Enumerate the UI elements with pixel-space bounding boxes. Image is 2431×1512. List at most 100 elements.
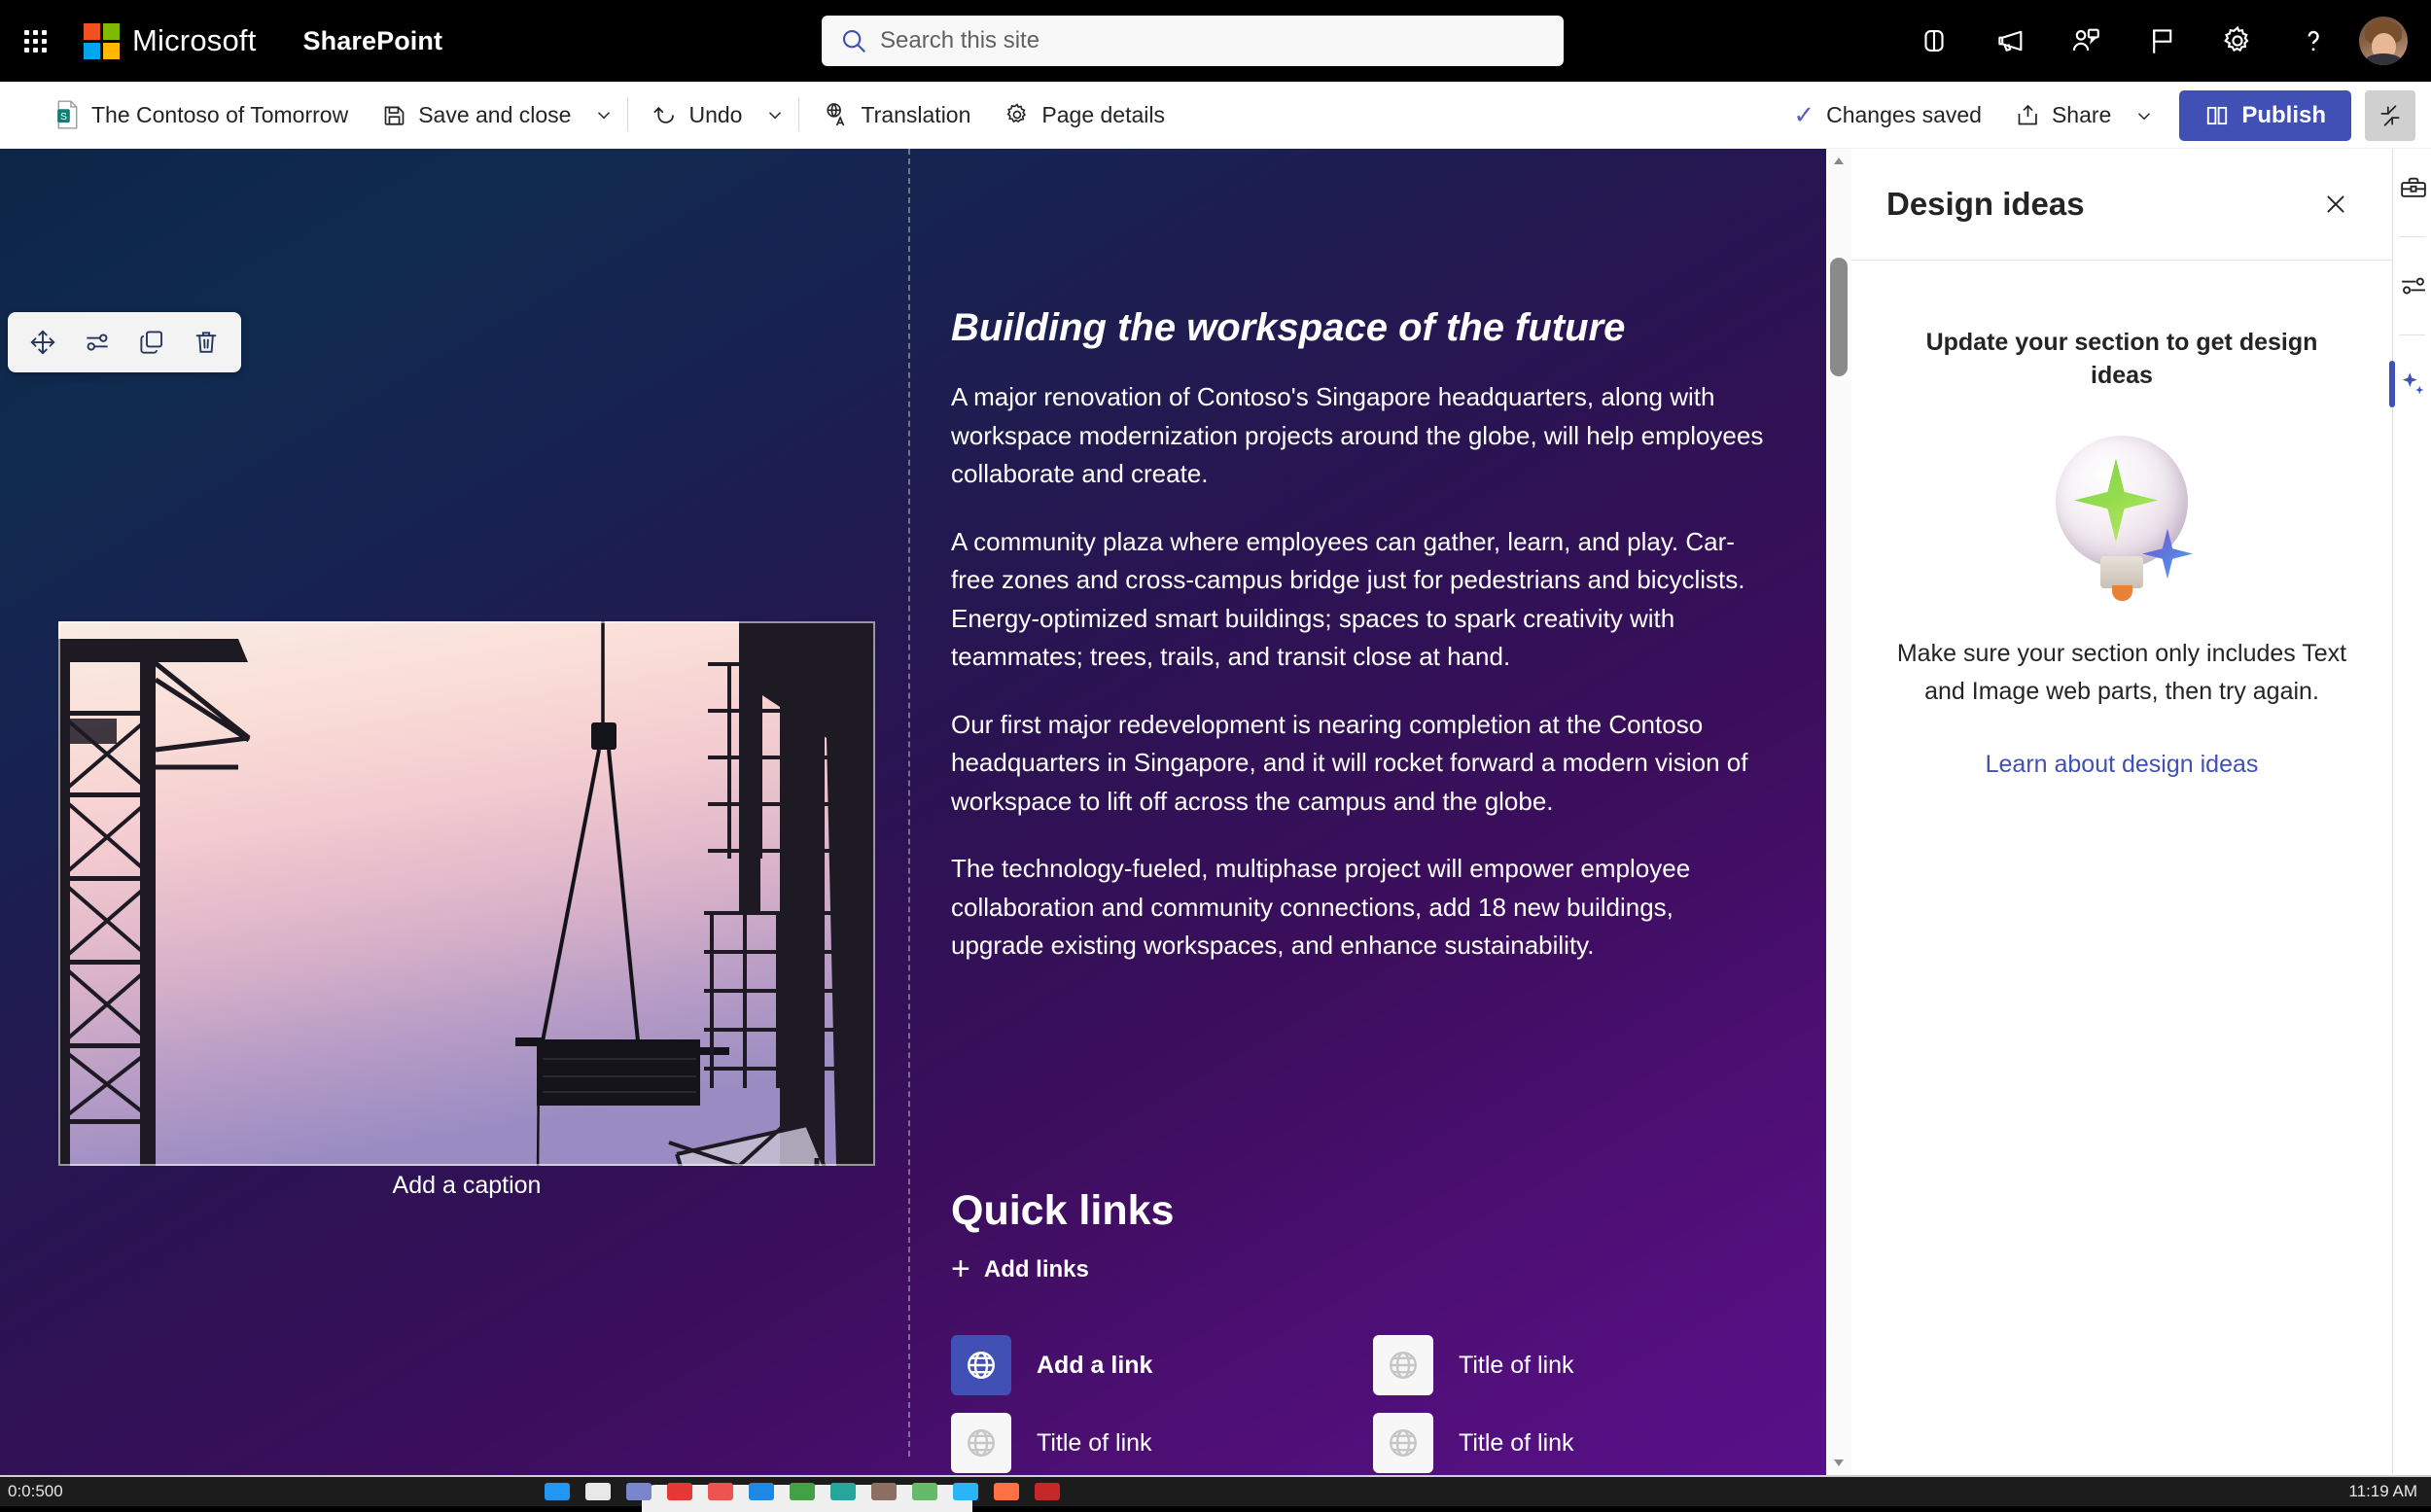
saved-status-text: Changes saved: [1826, 102, 1982, 128]
waffle-icon: [24, 30, 47, 53]
quick-link-label: Title of link: [1459, 1429, 1574, 1458]
design-ideas-sparkle-icon[interactable]: [2393, 345, 2431, 423]
share-label: Share: [2052, 102, 2111, 128]
app-name-sharepoint[interactable]: SharePoint: [303, 26, 443, 56]
quick-link-tile[interactable]: Add a link: [951, 1335, 1373, 1395]
image-webpart[interactable]: Add a caption: [58, 621, 875, 1166]
command-bar: S The Contoso of Tomorrow Save and close…: [0, 82, 2431, 149]
quick-link-label: Title of link: [1037, 1429, 1152, 1458]
construction-photo: [58, 621, 875, 1166]
taskbar-clock: 11:19 AM: [2348, 1482, 2417, 1501]
taskbar-app-icon[interactable]: [585, 1483, 611, 1500]
suite-bar: Microsoft SharePoint Search this site: [0, 0, 2431, 82]
translation-button[interactable]: Translation: [809, 89, 984, 140]
scroll-down-icon[interactable]: [1826, 1450, 1851, 1475]
taskbar-app-icon[interactable]: [912, 1483, 937, 1500]
delete-webpart-icon[interactable]: [179, 317, 233, 368]
design-panel-prompt: Update your section to get design ideas: [1892, 327, 2351, 393]
save-options-chevron-down-icon[interactable]: [584, 89, 623, 140]
learn-about-design-ideas-link[interactable]: Learn about design ideas: [1892, 751, 2351, 779]
body-paragraph-3: Our first major redevelopment is nearing…: [951, 706, 1768, 822]
quick-link-tile[interactable]: Title of link: [1373, 1413, 1795, 1473]
save-and-close-button[interactable]: Save and close: [368, 89, 584, 140]
microsoft-logo[interactable]: Microsoft: [84, 23, 257, 59]
rail-divider: [2399, 236, 2425, 237]
flag-icon[interactable]: [2124, 0, 2200, 82]
globe-icon: [951, 1335, 1011, 1395]
page-file-icon: S: [54, 100, 81, 129]
command-divider: [627, 98, 628, 131]
taskbar-app-icon[interactable]: [871, 1483, 897, 1500]
quick-link-tile[interactable]: Title of link: [951, 1413, 1373, 1473]
page-title-breadcrumb[interactable]: S The Contoso of Tomorrow: [41, 89, 362, 140]
design-panel-header: Design ideas: [1851, 149, 2392, 261]
image-caption-input[interactable]: Add a caption: [58, 1172, 875, 1200]
taskbar-app-icon[interactable]: [708, 1483, 733, 1500]
taskbar-app-icon[interactable]: [830, 1483, 856, 1500]
section-divider: [908, 149, 910, 1457]
translation-label: Translation: [861, 102, 970, 128]
share-icon: [2015, 102, 2041, 128]
scroll-up-icon[interactable]: [1826, 149, 1851, 174]
quick-links-title: Quick links: [951, 1187, 1807, 1235]
taskbar-app-icon[interactable]: [994, 1483, 1019, 1500]
design-panel-body: Update your section to get design ideas …: [1851, 261, 2392, 779]
canvas-scrollbar[interactable]: [1826, 149, 1851, 1475]
quick-links-grid: Add a link Title of link: [951, 1335, 1807, 1473]
windows-taskbar: 0:0:500 11:19 AM: [0, 1475, 2431, 1506]
site-search-box[interactable]: Search this site: [822, 16, 1564, 66]
feedback-people-icon[interactable]: [2048, 0, 2124, 82]
undo-label: Undo: [688, 102, 742, 128]
undo-options-chevron-down-icon[interactable]: [756, 89, 794, 140]
taskbar-app-icon[interactable]: [953, 1483, 978, 1500]
app-launcher-button[interactable]: [0, 0, 70, 82]
taskbar-app-icon[interactable]: [749, 1483, 774, 1500]
body-paragraph-2: A community plaza where employees can ga…: [951, 523, 1768, 677]
text-webpart[interactable]: Building the workspace of the future A m…: [951, 304, 1768, 995]
add-links-button[interactable]: + Add links: [951, 1250, 1807, 1288]
taskbar-app-icon[interactable]: [1035, 1483, 1060, 1500]
publish-label: Publish: [2241, 102, 2326, 129]
taskbar-app-icon[interactable]: [790, 1483, 815, 1500]
share-options-chevron-down-icon[interactable]: [2125, 90, 2164, 141]
page-canvas: Add a caption Building the workspace of …: [0, 149, 1826, 1475]
megaphone-icon[interactable]: [1972, 0, 2048, 82]
check-icon: ✓: [1793, 100, 1814, 130]
quick-links-webpart[interactable]: Quick links + Add links Add a link: [951, 1187, 1807, 1473]
share-button[interactable]: Share: [2001, 90, 2125, 141]
taskbar-app-icon[interactable]: [545, 1483, 570, 1500]
exit-fullscreen-button[interactable]: [2365, 90, 2415, 141]
publish-button[interactable]: Publish: [2179, 90, 2351, 141]
undo-icon: [652, 102, 678, 128]
search-icon: [839, 26, 872, 55]
duplicate-webpart-icon[interactable]: [124, 317, 179, 368]
page-details-gear-icon: [1004, 101, 1031, 128]
quick-link-tile[interactable]: Title of link: [1373, 1335, 1795, 1395]
gear-icon[interactable]: [2200, 0, 2275, 82]
page-details-button[interactable]: Page details: [990, 89, 1179, 140]
page-settings-icon[interactable]: [2393, 247, 2431, 325]
toolbox-icon[interactable]: [2393, 149, 2431, 227]
add-links-label: Add links: [984, 1256, 1089, 1283]
command-bar-right: ✓ Changes saved Share Publish: [1793, 82, 2431, 149]
body-paragraph-1: A major renovation of Contoso's Singapor…: [951, 378, 1768, 494]
body-paragraph-4: The technology-fueled, multiphase projec…: [951, 850, 1768, 966]
page-title-text: The Contoso of Tomorrow: [91, 102, 348, 128]
save-and-close-label: Save and close: [418, 102, 571, 128]
undo-button[interactable]: Undo: [638, 89, 756, 140]
move-webpart-icon[interactable]: [16, 317, 70, 368]
help-icon[interactable]: [2275, 0, 2351, 82]
search-input[interactable]: Search this site: [880, 27, 1039, 54]
copilot-icon[interactable]: [1896, 0, 1972, 82]
svg-text:S: S: [60, 112, 67, 123]
edit-webpart-icon[interactable]: [70, 317, 124, 368]
rail-divider-2: [2399, 334, 2425, 335]
quick-link-label: Add a link: [1037, 1352, 1152, 1380]
translation-icon: [823, 101, 850, 128]
taskbar-app-icon[interactable]: [667, 1483, 692, 1500]
scrollbar-thumb[interactable]: [1830, 258, 1848, 376]
globe-icon: [1373, 1413, 1433, 1473]
avatar[interactable]: [2359, 17, 2408, 65]
close-icon[interactable]: [2312, 181, 2359, 228]
taskbar-app-icon[interactable]: [626, 1483, 652, 1500]
